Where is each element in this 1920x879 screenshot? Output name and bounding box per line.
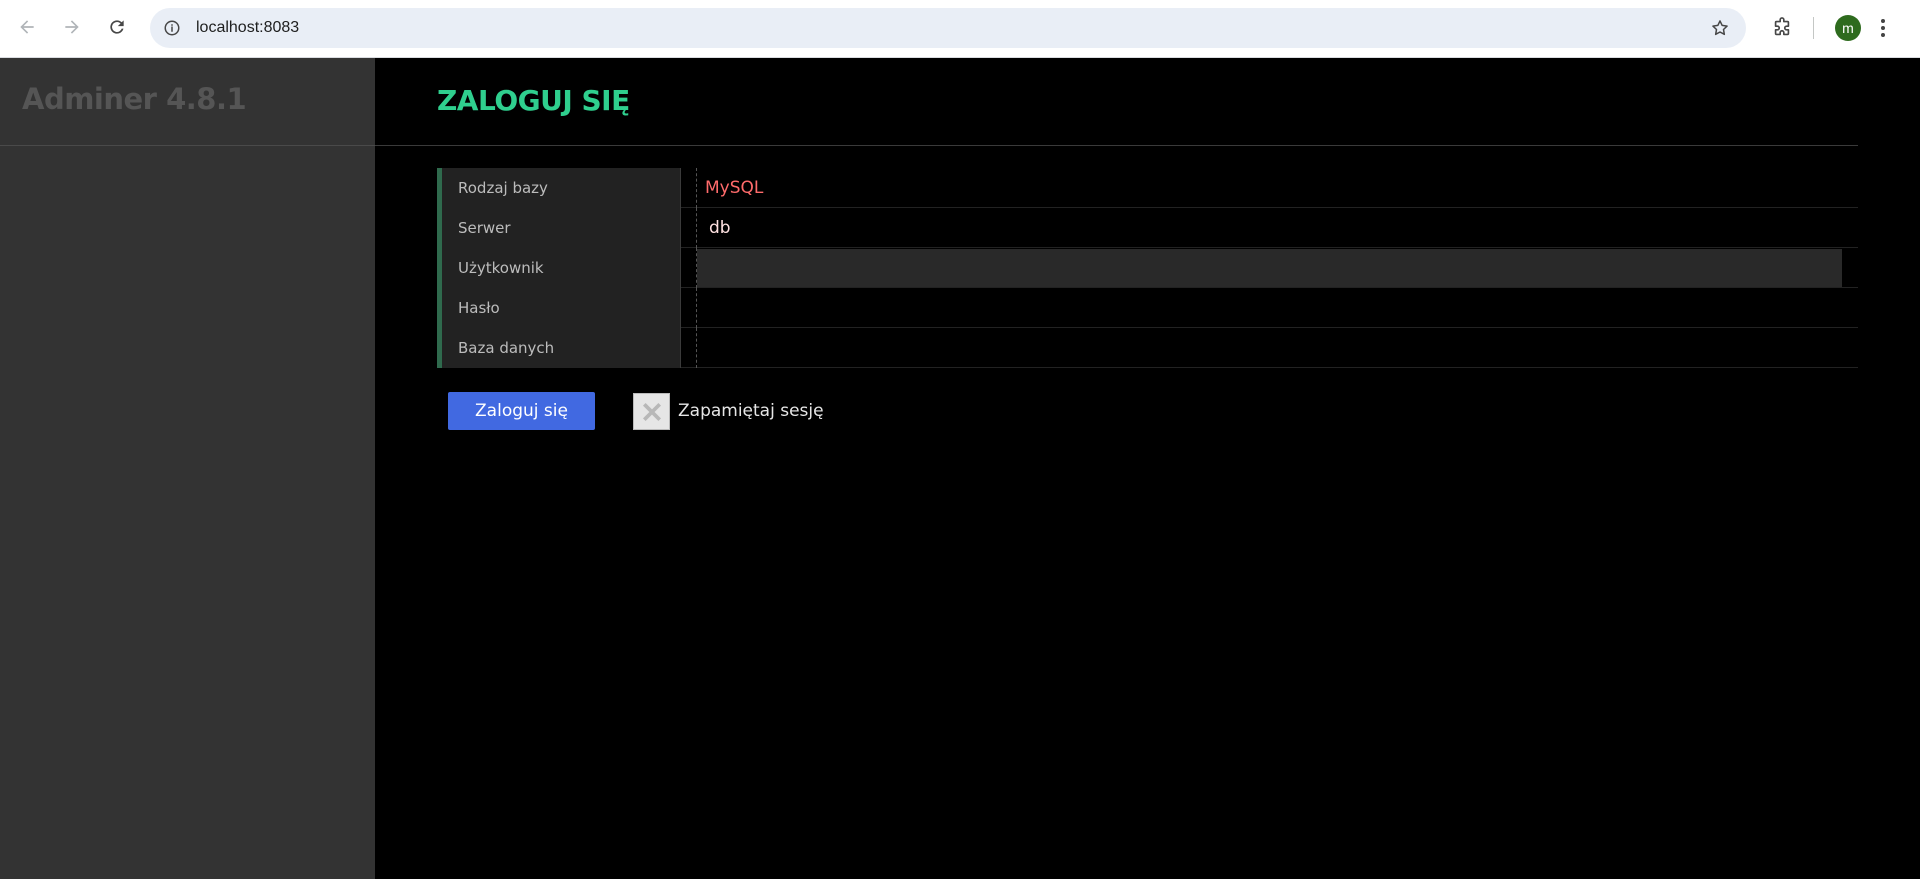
password-input[interactable] [696, 288, 1858, 328]
server-input-value[interactable]: db [709, 208, 731, 248]
url-text[interactable]: localhost:8083 [196, 8, 299, 48]
database-label: Baza danych [437, 328, 681, 368]
forward-button[interactable] [56, 11, 88, 43]
database-input[interactable] [696, 328, 1858, 368]
field-row-server: Serwer db [437, 208, 1858, 248]
username-input[interactable] [696, 248, 1858, 288]
server-input[interactable]: db [696, 208, 1858, 248]
bookmark-star-icon[interactable] [1708, 16, 1732, 40]
arrow-right-icon [65, 20, 79, 34]
site-info-icon[interactable] [160, 16, 184, 40]
driver-select-value[interactable]: MySQL [705, 168, 763, 208]
username-input-box[interactable] [697, 249, 1842, 287]
password-label: Hasło [437, 288, 681, 328]
arrow-left-icon [20, 20, 34, 34]
remember-session-label[interactable]: Zapamiętaj sesję [678, 392, 824, 430]
main-content: ZALOGUJ SIĘ Rodzaj bazy MySQL Serwer db … [375, 58, 1920, 879]
adminer-brand[interactable]: Adminer 4.8.1 [22, 82, 247, 116]
field-row-database: Baza danych [437, 328, 1858, 368]
profile-avatar[interactable]: m [1835, 15, 1861, 41]
browser-menu-icon[interactable] [1877, 14, 1889, 42]
username-label: Użytkownik [437, 248, 681, 288]
driver-select[interactable]: MySQL [696, 168, 1858, 208]
field-row-username: Użytkownik [437, 248, 1858, 288]
sidebar-divider [0, 145, 375, 146]
reload-icon [110, 20, 124, 34]
field-row-password: Hasło [437, 288, 1858, 328]
driver-label: Rodzaj bazy [437, 168, 681, 208]
browser-toolbar: localhost:8083 m [0, 0, 1920, 58]
remember-session-checkbox[interactable] [633, 393, 670, 430]
login-button[interactable]: Zaloguj się [448, 392, 595, 430]
login-form-table: Rodzaj bazy MySQL Serwer db Użytkownik H… [437, 168, 1858, 368]
adminer-sidebar: Adminer 4.8.1 [0, 58, 375, 879]
toolbar-divider [1813, 17, 1814, 39]
reload-button[interactable] [101, 11, 133, 43]
field-row-driver: Rodzaj bazy MySQL [437, 168, 1858, 208]
server-label: Serwer [437, 208, 681, 248]
title-divider [375, 145, 1858, 146]
page-title: ZALOGUJ SIĘ [437, 84, 630, 117]
back-button[interactable] [11, 11, 43, 43]
extensions-icon[interactable] [1767, 13, 1797, 43]
close-x-icon [642, 402, 661, 421]
address-bar[interactable]: localhost:8083 [150, 8, 1746, 48]
